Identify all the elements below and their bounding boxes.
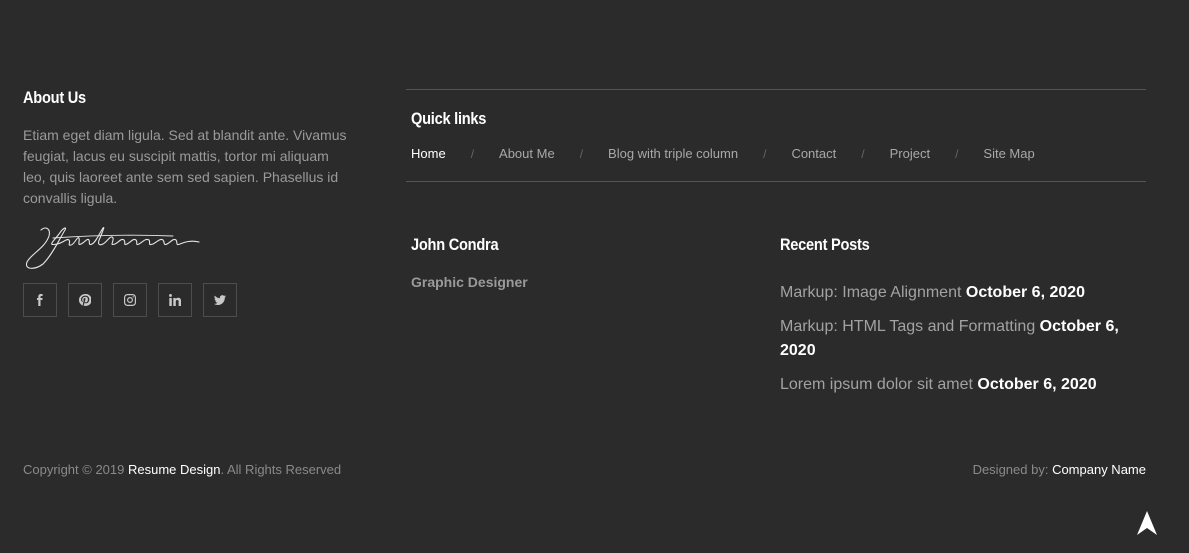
quick-link-blog[interactable]: Blog with triple column [608,146,738,161]
post-date: October 6, 2020 [977,376,1097,393]
signature-image [25,226,200,269]
copyright: Copyright © 2019 Resume Design. All Righ… [23,462,341,477]
list-item: Markup: HTML Tags and Formatting October… [780,315,1146,363]
quick-link-about-me[interactable]: About Me [499,146,555,161]
quick-links-nav: Home / About Me / Blog with triple colum… [411,146,1146,161]
brand-link[interactable]: Resume Design [128,462,221,477]
person-role: Graphic Designer [411,274,528,290]
company-link[interactable]: Company Name [1052,462,1146,477]
scroll-to-top-icon[interactable] [1136,510,1158,536]
social-links [23,283,353,317]
about-title: About Us [23,88,86,107]
recent-posts-title: Recent Posts [780,235,870,254]
separator: / [579,146,584,161]
about-text: Etiam eget diam ligula. Sed at blandit a… [23,127,347,206]
copyright-suffix: . All Rights Reserved [220,462,342,477]
copyright-prefix: Copyright © 2019 [23,462,128,477]
quick-link-site-map[interactable]: Site Map [983,146,1034,161]
site-footer: About Us Etiam eget diam ligula. Sed at … [0,0,1189,553]
divider-top [406,89,1146,90]
separator: / [861,146,865,161]
quick-link-home[interactable]: Home [411,146,446,161]
separator: / [763,146,767,161]
facebook-icon [37,294,43,306]
person-name: John Condra [411,235,499,254]
list-item: Markup: Image Alignment October 6, 2020 [780,281,1146,305]
post-link[interactable]: Markup: Image Alignment [780,284,961,301]
instagram-button[interactable] [113,283,147,317]
quick-links-section: Quick links Home / About Me / Blog with … [406,89,1146,182]
instagram-icon [124,294,136,306]
quick-links-title: Quick links [411,109,487,128]
twitter-icon [214,295,226,306]
twitter-button[interactable] [203,283,237,317]
separator: / [470,146,475,161]
post-link[interactable]: Lorem ipsum dolor sit amet [780,376,973,393]
list-item: Lorem ipsum dolor sit amet October 6, 20… [780,373,1146,397]
quick-link-project[interactable]: Project [890,146,930,161]
post-date: October 6, 2020 [965,284,1086,301]
linkedin-button[interactable] [158,283,192,317]
post-link[interactable]: Markup: HTML Tags and Formatting [780,318,1035,335]
person-section: John Condra Graphic Designer [411,235,741,290]
pinterest-button[interactable] [68,283,102,317]
quick-link-contact[interactable]: Contact [791,146,836,161]
divider-bottom [406,181,1146,182]
pinterest-icon [79,294,91,306]
designed-by: Designed by: Company Name [973,462,1146,477]
facebook-button[interactable] [23,283,57,317]
recent-posts-list: Markup: Image Alignment October 6, 2020 … [780,281,1146,397]
separator: / [955,146,959,161]
recent-posts-section: Recent Posts Markup: Image Alignment Oct… [780,235,1146,413]
designed-by-prefix: Designed by: [972,462,1053,477]
linkedin-icon [169,294,181,306]
about-section: About Us Etiam eget diam ligula. Sed at … [23,88,353,317]
